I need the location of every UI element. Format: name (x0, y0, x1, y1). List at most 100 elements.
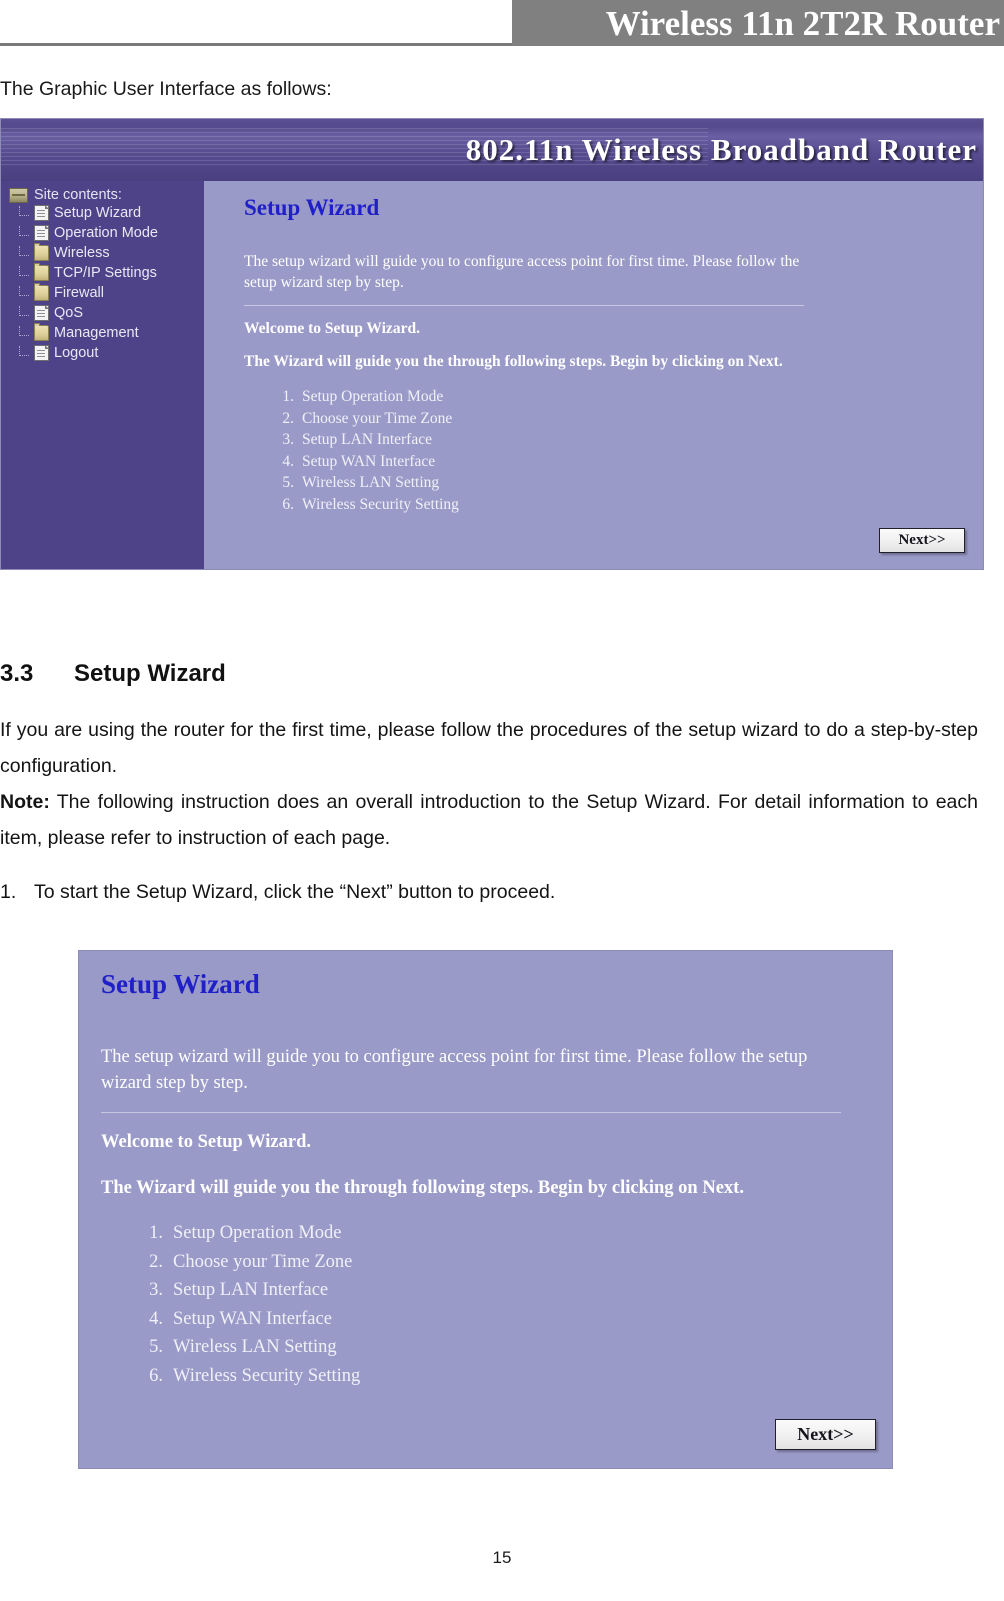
folder-icon (34, 263, 49, 281)
wizard-step: 5. Wireless LAN Setting (272, 472, 965, 494)
sidebar-item-label: Wireless (54, 245, 110, 261)
header-divider-rule (0, 43, 512, 46)
step-number: 4. (282, 452, 294, 470)
wizard-step: 2. Choose your Time Zone (137, 1248, 870, 1277)
step-label: Choose your Time Zone (173, 1251, 353, 1272)
page-icon (34, 345, 49, 361)
site-contents-tree: Site contents: Setup Wizard Operation Mo… (7, 187, 204, 363)
wizard-step: 1. Setup Operation Mode (137, 1219, 870, 1248)
wizard-step: 2. Choose your Time Zone (272, 408, 965, 430)
site-contents-label: Site contents: (34, 187, 122, 203)
router-sidebar: Site contents: Setup Wizard Operation Mo… (1, 181, 204, 569)
step-label: Wireless Security Setting (302, 495, 459, 513)
sidebar-item-management[interactable]: Management (19, 323, 204, 343)
step-label: Setup WAN Interface (302, 452, 436, 470)
step-label: Setup WAN Interface (173, 1308, 332, 1329)
step-number: 4. (149, 1308, 163, 1329)
panel-instruction: The Wizard will guide you the through fo… (101, 1178, 744, 1198)
panel-welcome: Welcome to Setup Wizard. (244, 320, 420, 337)
sidebar-item-firewall[interactable]: Firewall (19, 283, 204, 303)
panel-description: The setup wizard will guide you to confi… (244, 253, 800, 291)
instruction-number: 1. (0, 881, 17, 903)
step-label: Setup Operation Mode (173, 1223, 342, 1243)
folder-icon (34, 323, 49, 341)
wizard-steps-list: 1. Setup Operation Mode 2. Choose your Tim… (244, 386, 965, 515)
sidebar-item-setup-wizard[interactable]: Setup Wizard (19, 203, 204, 223)
panel-instruction: The Wizard will guide you the through fo… (244, 353, 783, 370)
sidebar-item-tcpip-settings[interactable]: TCP/IP Settings (19, 263, 204, 283)
tree-connector (19, 225, 29, 236)
step-number: 2. (149, 1251, 163, 1272)
folder-icon (34, 243, 49, 261)
router-body: Site contents: Setup Wizard Operation Mo… (1, 181, 983, 569)
body-note-paragraph: Note: The following instruction does an … (0, 784, 978, 856)
wizard-step: 5. Wireless LAN Setting (137, 1333, 870, 1362)
step-number: 3. (149, 1280, 163, 1300)
wizard-step: 4. Setup WAN Interface (272, 451, 965, 473)
sidebar-item-operation-mode[interactable]: Operation Mode (19, 223, 204, 243)
step-label: Wireless LAN Setting (173, 1337, 337, 1357)
sidebar-item-label: QoS (54, 305, 84, 321)
page-icon (34, 205, 49, 221)
folder-icon (34, 283, 49, 301)
step-number: 2. (282, 409, 294, 427)
wizard-step: 3. Setup LAN Interface (137, 1276, 870, 1305)
step-label: Setup LAN Interface (173, 1280, 329, 1300)
router-ui-screenshot-panel: Setup Wizard The setup wizard will guide… (78, 950, 893, 1469)
step-label: Wireless Security Setting (173, 1365, 361, 1386)
next-button[interactable]: Next>> (879, 528, 965, 553)
document-running-header: Wireless 11n 2T2R Router (0, 0, 1004, 56)
sidebar-item-label: Setup Wizard (54, 205, 142, 221)
router-content-panel-zoom: Setup Wizard The setup wizard will guide… (79, 951, 892, 1468)
wizard-step: 6. Wireless Security Setting (137, 1362, 870, 1391)
tree-children: Setup Wizard Operation Mode Wireless TCP… (19, 203, 204, 363)
section-body: If you are using the router for the firs… (0, 712, 978, 856)
step-label: Choose your Time Zone (302, 409, 453, 427)
router-ui-screenshot-full: 802.11n Wireless Broadband Router Site c… (0, 118, 984, 570)
sidebar-item-qos[interactable]: QoS (19, 303, 204, 323)
section-title: Setup Wizard (74, 660, 226, 687)
sidebar-item-label: Firewall (54, 285, 104, 301)
panel-title: Setup Wizard (244, 195, 380, 220)
step-label: Wireless LAN Setting (302, 474, 440, 491)
sidebar-item-label: Operation Mode (54, 225, 158, 241)
tree-connector (19, 245, 29, 256)
wizard-steps-list: 1. Setup Operation Mode 2. Choose your Tim… (101, 1219, 870, 1390)
step-number: 1. (282, 388, 294, 405)
banner-title: 802.11n Wireless Broadband Router (465, 132, 977, 167)
intro-text: The Graphic User Interface as follows: (0, 78, 332, 100)
header-title-badge: Wireless 11n 2T2R Router (512, 0, 1004, 46)
tree-connector (19, 345, 29, 356)
tree-connector (19, 265, 29, 276)
step-number: 5. (149, 1337, 163, 1357)
router-banner: 802.11n Wireless Broadband Router (1, 119, 983, 181)
wizard-step: 6. Wireless Security Setting (272, 494, 965, 516)
instruction-text: To start the Setup Wizard, click the “Ne… (34, 881, 556, 903)
tree-connector (19, 325, 29, 336)
panel-title: Setup Wizard (101, 969, 260, 999)
step-number: 3. (282, 431, 294, 448)
next-button[interactable]: Next>> (775, 1419, 876, 1450)
sidebar-item-label: TCP/IP Settings (54, 265, 157, 281)
wizard-step: 1. Setup Operation Mode (272, 386, 965, 408)
page-icon (34, 305, 49, 321)
page-icon (34, 225, 49, 241)
tree-connector (19, 205, 29, 216)
note-label: Note: (0, 791, 50, 813)
step-label: Setup Operation Mode (302, 388, 444, 405)
step-number: 1. (149, 1223, 163, 1243)
sidebar-item-wireless[interactable]: Wireless (19, 243, 204, 263)
note-text: The following instruction does an overal… (0, 791, 978, 849)
tree-root-node: Site contents: (7, 187, 204, 203)
sidebar-item-label: Management (54, 325, 139, 341)
book-icon (9, 187, 28, 203)
running-title: Wireless 11n 2T2R Router (605, 3, 1000, 43)
numbered-instruction: 1. To start the Setup Wizard, click the “… (0, 877, 900, 907)
step-label: Setup LAN Interface (302, 431, 432, 448)
sidebar-item-label: Logout (54, 345, 99, 361)
section-heading: 3.3 Setup Wizard (0, 660, 226, 688)
sidebar-item-logout[interactable]: Logout (19, 343, 204, 363)
step-number: 6. (282, 495, 294, 513)
tree-connector (19, 285, 29, 296)
step-number: 5. (282, 474, 294, 491)
